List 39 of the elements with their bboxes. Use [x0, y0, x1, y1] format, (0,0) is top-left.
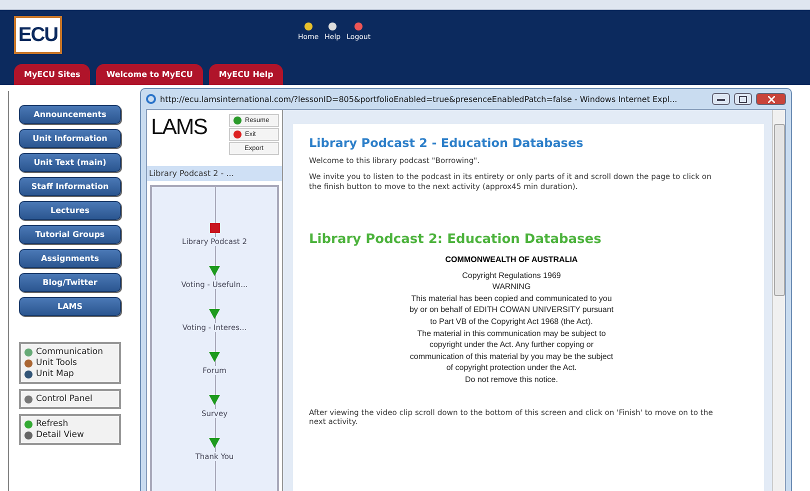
lesson-title: Library Podcast 2 - ...	[147, 166, 282, 181]
maximize-icon	[739, 96, 747, 102]
close-button[interactable]	[756, 93, 786, 105]
lams-logo: LAMS	[151, 114, 207, 141]
nav-button[interactable]: Unit Information	[19, 129, 121, 148]
tool-link[interactable]: Unit Map	[24, 369, 116, 379]
tab[interactable]: MyECU Help	[208, 64, 284, 85]
close-icon	[768, 96, 774, 102]
maximize-button[interactable]	[734, 93, 752, 105]
tool-link[interactable]: Detail View	[24, 430, 116, 440]
triangle-icon	[209, 352, 220, 362]
copyright-notice: Copyright Regulations 1969 WARNING This material has been copied and communicated to you by or on behalf of EDITH COWAN UNIVERSITY pursuant to Part VB of the Copyright Act 1968 (the Act). The material in this communication may be subject to copyright under the Act. Any further copying or communication of this material by you may be the subject of copyright protection under the Act. Do not remove this notice.	[408, 270, 615, 386]
section-heading: Library Podcast 2: Education Databases	[309, 232, 602, 247]
triangle-icon	[208, 266, 220, 276]
nav-button[interactable]: LAMS	[19, 297, 121, 316]
tool-link[interactable]: Communication	[24, 347, 116, 357]
square-icon	[210, 223, 220, 233]
nav-button[interactable]: Announcements	[19, 105, 121, 124]
window-title: http://ecu.lamsinternational.com/?lessonID=805&portfolioEnabled=true&presenceEnabledPatch=false - Windows Internet Expl...	[160, 94, 678, 104]
tab[interactable]: Welcome to MyECU	[96, 64, 203, 85]
university-logo: ECU	[14, 16, 62, 54]
minimize-icon	[717, 97, 725, 101]
notice-heading: COMMONWEALTH OF AUSTRALIA	[444, 254, 579, 264]
nav-button[interactable]: Assignments	[19, 249, 121, 268]
triangle-icon	[209, 438, 220, 448]
nav-button[interactable]: Staff Information	[19, 177, 121, 196]
triangle-icon	[209, 395, 220, 405]
nav-button[interactable]: Lectures	[19, 201, 121, 220]
minimize-button[interactable]	[712, 93, 730, 105]
triangle-icon	[208, 309, 220, 319]
tab[interactable]: MyECU Sites	[14, 64, 90, 85]
nav-button[interactable]: Blog/Twitter	[19, 273, 121, 292]
page-heading: Library Podcast 2 - Education Databases	[309, 136, 584, 150]
tool-link[interactable]: Unit Tools	[24, 358, 116, 368]
tool-link[interactable]: Refresh	[24, 419, 116, 429]
nav-button[interactable]: Tutorial Groups	[19, 225, 121, 244]
tool-link[interactable]: Control Panel	[24, 394, 116, 404]
scrollbar[interactable]	[772, 110, 785, 491]
nav-button[interactable]: Unit Text (main)	[19, 153, 121, 172]
